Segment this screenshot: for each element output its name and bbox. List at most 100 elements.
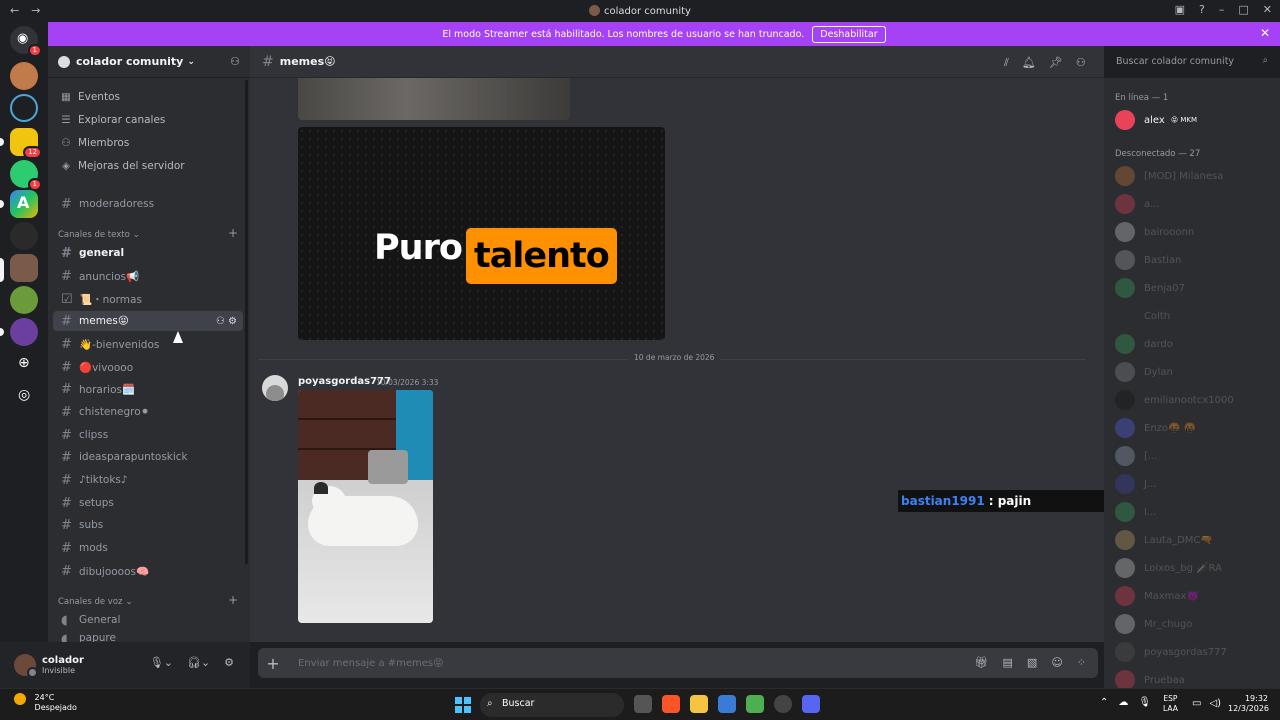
apps-icon[interactable]: ⁘ xyxy=(1077,656,1086,669)
server-icon[interactable]: 12 xyxy=(10,128,42,159)
invite-icon[interactable]: ⚇ xyxy=(230,55,240,68)
member-item[interactable]: Colth xyxy=(1115,304,1280,328)
member-item[interactable]: Maxmax👿 xyxy=(1115,584,1280,608)
message-composer[interactable]: + Enviar mensaje a #memes😝 🎁︎ ▤ ▧ ☺ ⁘ xyxy=(258,648,1098,678)
member-item[interactable]: dardo xyxy=(1115,332,1280,356)
channel-chistenegro[interactable]: # chistenegro⚫ xyxy=(53,402,243,422)
weather-widget[interactable]: 24°C Despejado xyxy=(14,693,77,713)
member-item[interactable]: Bastian xyxy=(1115,248,1280,272)
language-indicator[interactable]: ESP LAA xyxy=(1163,694,1178,714)
invite-icon[interactable]: ⚇ xyxy=(216,316,225,327)
cat-photo[interactable] xyxy=(298,390,433,623)
pin-icon[interactable]: 📌︎ xyxy=(1049,56,1063,70)
avatar[interactable] xyxy=(14,654,38,678)
channel-subs[interactable]: # subs xyxy=(53,515,243,535)
guild-header[interactable]: colador comunity ⌄ ⚇ xyxy=(48,46,250,78)
add-server-icon[interactable]: ⊕ xyxy=(10,350,38,378)
server-icon[interactable] xyxy=(10,254,38,282)
add-channel-icon[interactable]: + xyxy=(228,593,238,607)
member-item[interactable]: emilianootcx1000 xyxy=(1115,388,1280,412)
inbox-icon[interactable]: ▣ xyxy=(1175,3,1185,16)
taskbar-search[interactable]: ⌕ Buscar xyxy=(480,693,624,717)
channel-anuncios[interactable]: # anuncios📢 xyxy=(53,266,243,286)
discord-home-icon[interactable]: ◉ 1 xyxy=(10,26,42,57)
explore-icon[interactable]: ◎ xyxy=(10,382,38,410)
member-list-icon[interactable]: ⚇ xyxy=(1076,56,1086,70)
menu-boosts[interactable]: ◈ Mejoras del servidor xyxy=(60,160,185,172)
attach-plus-icon[interactable]: + xyxy=(258,654,288,673)
disable-streamer-button[interactable]: Deshabilitar xyxy=(812,25,886,43)
image-attachment[interactable] xyxy=(298,78,570,120)
channel-vivoooo[interactable]: # 🔴vivoooo xyxy=(53,357,243,377)
start-button[interactable] xyxy=(455,697,471,713)
member-item[interactable]: [MOD] Milanesa xyxy=(1115,164,1280,188)
maximize-button[interactable]: □ xyxy=(1238,3,1248,16)
microphone-icon[interactable]: 🎙︎ xyxy=(1138,697,1151,708)
channel-setups[interactable]: # setups xyxy=(53,493,243,513)
avatar[interactable] xyxy=(262,375,288,401)
server-icon[interactable] xyxy=(10,286,38,314)
channel-bienvenidos[interactable]: # 👋-bienvenidos xyxy=(53,334,243,354)
sidebar-scrollbar[interactable] xyxy=(245,80,248,564)
gear-icon[interactable]: ⚙ xyxy=(228,316,237,327)
sticker-icon[interactable]: ▧ xyxy=(1027,656,1037,669)
bell-icon[interactable]: 🔔︎ xyxy=(1022,56,1036,70)
threads-icon[interactable]: ⫽ xyxy=(1004,56,1009,70)
channel-horarios[interactable]: # horarios🗓️ xyxy=(53,379,243,399)
member-item[interactable]: Lauta_DMC🔫 xyxy=(1115,528,1280,552)
minimize-button[interactable]: – xyxy=(1219,3,1225,16)
gift-icon[interactable]: 🎁︎ xyxy=(975,656,989,669)
member-item[interactable]: Benja07 xyxy=(1115,276,1280,300)
member-item[interactable]: l... xyxy=(1115,500,1280,524)
channel-tiktoks[interactable]: # ♪tiktoks♪ xyxy=(53,470,243,490)
member-item[interactable]: [... xyxy=(1115,444,1280,468)
menu-events[interactable]: ▦ Eventos xyxy=(60,91,120,103)
gear-icon[interactable]: ⚙ xyxy=(224,656,234,669)
emoji-icon[interactable]: ☺ xyxy=(1051,656,1062,669)
search-input[interactable]: Buscar colador comunity ⌕ xyxy=(1110,52,1274,72)
channel-memes[interactable]: # memes😝 ⚇ ⚙ xyxy=(53,311,243,331)
category-text[interactable]: Canales de texto ⌄ xyxy=(58,230,140,240)
store-icon[interactable] xyxy=(718,695,736,713)
help-icon[interactable]: ? xyxy=(1199,3,1205,16)
channel-ideas[interactable]: # ideasparapuntoskick xyxy=(53,447,243,467)
quick-settings[interactable]: ▭ ◁) xyxy=(1192,698,1221,709)
member-item[interactable]: Enzo🤬 🤬 xyxy=(1115,416,1280,440)
file-explorer-icon[interactable] xyxy=(690,695,708,713)
member-item[interactable]: J... xyxy=(1115,472,1280,496)
close-window-button[interactable]: ✕ xyxy=(1263,3,1272,16)
obs-icon[interactable] xyxy=(774,695,792,713)
close-icon[interactable]: ✕ xyxy=(1260,26,1270,40)
channel-mods[interactable]: # mods xyxy=(53,538,243,558)
discord-icon[interactable] xyxy=(802,695,820,713)
add-channel-icon[interactable]: + xyxy=(228,226,238,240)
menu-explore[interactable]: ☰ Explorar canales xyxy=(60,114,165,126)
minecraft-icon[interactable] xyxy=(746,695,764,713)
microphone-icon[interactable]: 🎙︎⌄ xyxy=(150,656,173,669)
channel-dibujoooos[interactable]: # dibujoooos🧠 xyxy=(53,561,243,581)
member-item[interactable]: Lolxos_bg 🗡️RA xyxy=(1115,556,1280,580)
clock[interactable]: 19:32 12/3/2026 xyxy=(1228,694,1269,714)
member-item[interactable]: Dylan xyxy=(1115,360,1280,384)
member-item[interactable]: bairooonn xyxy=(1115,220,1280,244)
channel-normas[interactable]: ☑ 📜・normas xyxy=(53,289,243,309)
channel-general[interactable]: # general xyxy=(53,243,243,263)
server-icon[interactable] xyxy=(10,318,38,346)
voice-channel-papure[interactable]: ◖ papure xyxy=(53,632,243,642)
category-voice[interactable]: Canales de voz ⌄ xyxy=(58,597,133,607)
server-icon[interactable]: A xyxy=(10,190,38,218)
user-info[interactable]: colador Invisible xyxy=(36,655,84,675)
server-icon[interactable] xyxy=(10,94,38,122)
channel-moderadoress[interactable]: # moderadoress xyxy=(53,194,243,214)
onedrive-icon[interactable]: ☁ xyxy=(1118,697,1128,708)
chevron-up-icon[interactable]: ⌃ xyxy=(1100,697,1108,708)
member-item[interactable]: poyasgordas777 xyxy=(1115,640,1280,664)
brave-icon[interactable] xyxy=(662,695,680,713)
member-item[interactable]: alex 😝 MKM xyxy=(1115,108,1280,132)
menu-members[interactable]: ⚇ Miembros xyxy=(60,137,129,149)
task-view-icon[interactable] xyxy=(634,695,652,713)
server-icon[interactable] xyxy=(10,62,38,90)
member-item[interactable]: Mr_chugo xyxy=(1115,612,1280,636)
member-item[interactable]: Pruebaa xyxy=(1115,668,1280,688)
server-icon[interactable]: 1 xyxy=(10,160,42,191)
